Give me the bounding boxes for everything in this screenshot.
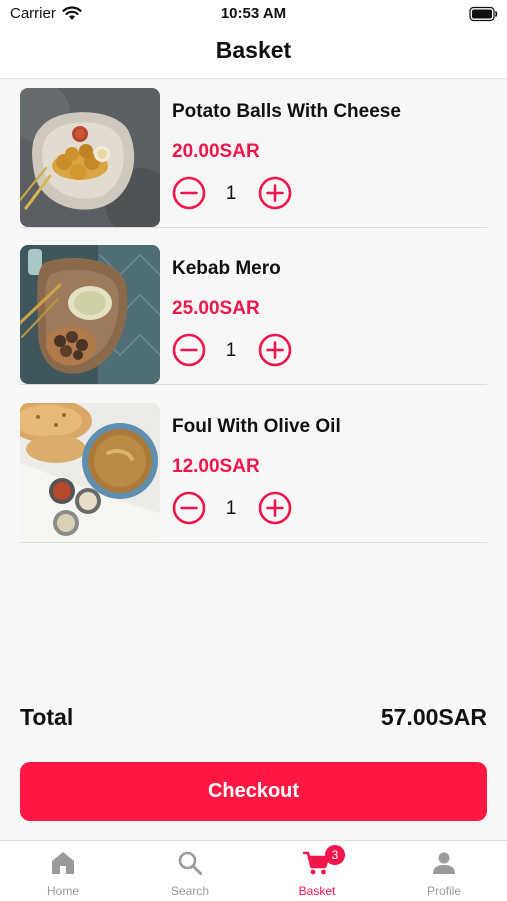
- tab-home[interactable]: Home: [0, 841, 126, 901]
- page-title: Basket: [215, 37, 292, 63]
- battery-icon: [469, 6, 499, 27]
- status-bar: Carrier 10:53 AM: [0, 0, 507, 30]
- search-icon: [127, 850, 253, 876]
- item-price: 12.00SAR: [172, 456, 260, 477]
- foul-photo: [20, 403, 160, 542]
- decrease-quantity-button[interactable]: [172, 491, 206, 525]
- item-quantity: 1: [225, 498, 237, 519]
- tab-search[interactable]: Search: [127, 841, 253, 901]
- minus-circle-icon: [172, 491, 206, 525]
- basket-item: Kebab Mero 25.00SAR 1: [20, 236, 487, 385]
- item-quantity: 1: [225, 183, 237, 204]
- basket-item: Potato Balls With Cheese 20.00SAR 1: [20, 79, 487, 228]
- checkout-button[interactable]: Checkout: [20, 762, 487, 821]
- increase-quantity-button[interactable]: [258, 176, 292, 210]
- tab-label: Profile: [426, 884, 461, 898]
- nav-bar: Basket: [0, 30, 507, 79]
- cart-icon: [254, 850, 380, 876]
- minus-circle-icon: [172, 333, 206, 367]
- plus-circle-icon: [258, 491, 292, 525]
- person-icon: [381, 850, 507, 876]
- kebab-photo: [20, 245, 160, 384]
- total-label: Total: [20, 704, 74, 730]
- item-name: Foul With Olive Oil: [172, 416, 341, 437]
- plus-circle-icon: [258, 333, 292, 367]
- cart-count-badge: 3: [325, 845, 345, 865]
- increase-quantity-button[interactable]: [258, 491, 292, 525]
- tab-label: Search: [170, 884, 210, 898]
- basket-item: Foul With Olive Oil 12.00SAR 1: [20, 394, 487, 543]
- decrease-quantity-button[interactable]: [172, 333, 206, 367]
- home-icon: [0, 850, 126, 876]
- item-name: Kebab Mero: [172, 258, 281, 279]
- minus-circle-icon: [172, 176, 206, 210]
- item-price: 25.00SAR: [172, 298, 260, 319]
- tab-label: Basket: [298, 884, 336, 898]
- item-quantity: 1: [225, 340, 237, 361]
- item-name: Potato Balls With Cheese: [172, 101, 401, 122]
- tab-bar: Home Search 3 Basket Profile: [0, 840, 507, 901]
- status-time: 10:53 AM: [220, 5, 287, 22]
- tab-profile[interactable]: Profile: [381, 841, 507, 901]
- total-value: 57.00SAR: [380, 704, 487, 730]
- decrease-quantity-button[interactable]: [172, 176, 206, 210]
- potato-balls-photo: [20, 88, 160, 227]
- item-price: 20.00SAR: [172, 141, 260, 162]
- tab-label: Home: [46, 884, 79, 898]
- plus-circle-icon: [258, 176, 292, 210]
- tab-basket[interactable]: 3 Basket: [254, 841, 380, 901]
- increase-quantity-button[interactable]: [258, 333, 292, 367]
